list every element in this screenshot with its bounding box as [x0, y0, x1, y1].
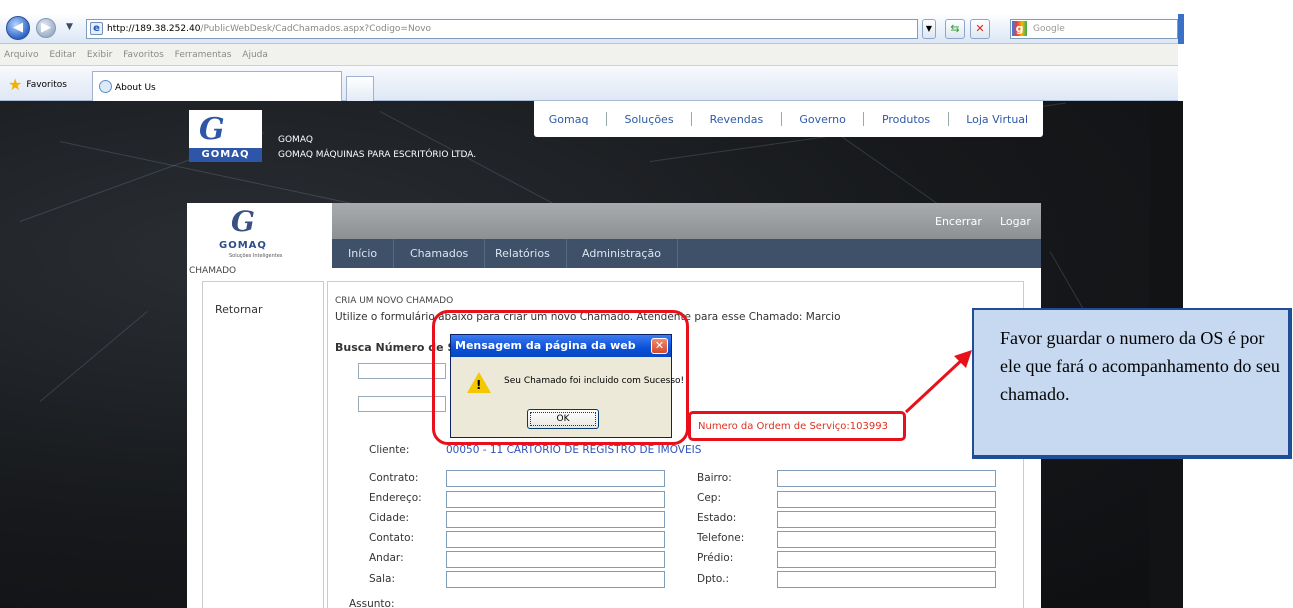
site-top-nav: Gomaq Soluções Revendas Governo Produtos…: [534, 101, 1043, 137]
stop-button[interactable]: ✕: [970, 19, 990, 39]
topnav-loja-virtual[interactable]: Loja Virtual: [966, 113, 1028, 126]
bairro-field[interactable]: [777, 470, 996, 487]
contrato-label: Contrato:: [369, 472, 419, 484]
dialog-highlight: [432, 310, 689, 445]
estado-label: Estado:: [697, 512, 737, 524]
menu-item-favoritos[interactable]: Favoritos: [123, 50, 164, 60]
cep-field[interactable]: [777, 491, 996, 508]
callout-note: Favor guardar o numero da OS é por ele q…: [972, 308, 1292, 459]
dpto-field[interactable]: [777, 571, 996, 588]
new-tab-button[interactable]: [346, 76, 374, 101]
endereco-label: Endereço:: [369, 492, 422, 504]
cidade-field[interactable]: [446, 511, 665, 528]
cidade-label: Cidade:: [369, 512, 410, 524]
sala-label: Sala:: [369, 573, 395, 585]
topnav-solucoes[interactable]: Soluções: [625, 113, 674, 126]
ie-tab-icon: [99, 80, 112, 93]
company-short-name: GOMAQ: [278, 135, 313, 145]
menu-item-exibir[interactable]: Exibir: [87, 50, 112, 60]
app-main-menu: Início Chamados Relatórios Administração: [332, 239, 1041, 268]
cliente-label: Cliente:: [369, 444, 410, 456]
predio-field[interactable]: [777, 551, 996, 568]
forward-button[interactable]: ▶: [36, 18, 56, 38]
callout-arrow-icon: [904, 350, 972, 414]
logar-link[interactable]: Logar: [1000, 215, 1031, 228]
window-edge: [1178, 14, 1293, 104]
app-logo-subtitle: Soluções Inteligentes: [229, 253, 283, 259]
dpto-label: Dpto.:: [697, 573, 729, 585]
app-logo-wordmark: GOMAQ: [219, 240, 267, 251]
search-input[interactable]: Google: [1010, 19, 1178, 39]
menu-administracao[interactable]: Administração: [566, 239, 678, 268]
sidebar: [202, 281, 324, 608]
favorites-bar: ★ Favoritos About Us: [0, 66, 1178, 101]
endereco-field[interactable]: [446, 491, 665, 508]
andar-field[interactable]: [446, 551, 665, 568]
predio-label: Prédio:: [697, 552, 734, 564]
assunto-label: Assunto:: [349, 598, 395, 608]
menu-item-ajuda[interactable]: Ajuda: [242, 50, 268, 60]
menu-bar: Arquivo Editar Exibir Favoritos Ferramen…: [0, 44, 1178, 66]
google-icon: g: [1012, 21, 1027, 36]
menu-inicio[interactable]: Início: [332, 239, 395, 268]
sala-field[interactable]: [446, 571, 665, 588]
telefone-field[interactable]: [777, 531, 996, 548]
menu-relatorios[interactable]: Relatórios: [479, 239, 567, 268]
retornar-link[interactable]: Retornar: [215, 303, 263, 316]
encerrar-link[interactable]: Encerrar: [935, 215, 982, 228]
star-icon: ★: [8, 75, 23, 94]
contato-label: Contato:: [369, 532, 415, 544]
company-full-name: GOMAQ MÁQUINAS PARA ESCRITÓRIO LTDA.: [278, 150, 477, 160]
menu-item-ferramentas[interactable]: Ferramentas: [175, 50, 232, 60]
app-header-bar: Encerrar Logar: [332, 203, 1041, 239]
topnav-revendas[interactable]: Revendas: [710, 113, 764, 126]
back-button[interactable]: ◀: [6, 16, 30, 40]
refresh-button[interactable]: ⇆: [945, 19, 965, 39]
contrato-field[interactable]: [446, 470, 665, 487]
ie-page-icon: e: [90, 22, 103, 35]
url-input[interactable]: http://189.38.252.40/PublicWebDesk/CadCh…: [86, 19, 918, 39]
address-bar: ◀ ▶ ▼ http://189.38.252.40/PublicWebDesk…: [0, 14, 1178, 44]
os-number-highlight: [688, 411, 906, 441]
logo-wordmark: GOMAQ: [189, 148, 262, 162]
window-edge-accent: [1178, 14, 1184, 44]
gomaq-logo[interactable]: G GOMAQ: [189, 110, 262, 162]
form-title: CRIA UM NOVO CHAMADO: [335, 296, 454, 306]
browser-tab[interactable]: About Us: [92, 71, 342, 101]
cliente-value: 00050 - 11 CARTORIO DE REGISTRO DE IMOVE…: [446, 444, 702, 456]
app-logo[interactable]: G GOMAQ Soluções Inteligentes: [187, 203, 332, 263]
andar-label: Andar:: [369, 552, 404, 564]
menu-item-editar[interactable]: Editar: [49, 50, 76, 60]
app-logo-mark-icon: G: [231, 205, 255, 238]
favorites-button[interactable]: ★ Favoritos: [8, 75, 67, 94]
cep-label: Cep:: [697, 492, 721, 504]
logo-mark-icon: G: [199, 112, 225, 147]
section-label: CHAMADO: [189, 266, 237, 276]
menu-item-arquivo[interactable]: Arquivo: [4, 50, 38, 60]
topnav-gomaq[interactable]: Gomaq: [549, 113, 589, 126]
menu-chamados[interactable]: Chamados: [394, 239, 486, 268]
url-dropdown-icon[interactable]: ▼: [922, 19, 936, 39]
topnav-governo[interactable]: Governo: [799, 113, 846, 126]
telefone-label: Telefone:: [697, 532, 745, 544]
history-dropdown-icon[interactable]: ▼: [66, 22, 73, 32]
contato-field[interactable]: [446, 531, 665, 548]
bairro-label: Bairro:: [697, 472, 732, 484]
estado-field[interactable]: [777, 511, 996, 528]
topnav-produtos[interactable]: Produtos: [882, 113, 930, 126]
